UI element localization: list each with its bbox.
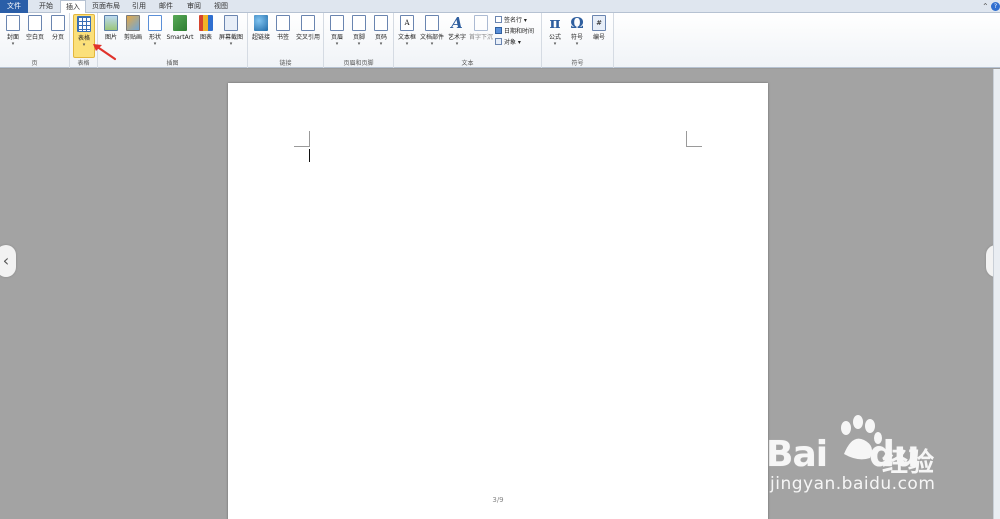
- object-button[interactable]: 对象 ▾: [495, 38, 521, 48]
- tab-insert[interactable]: 插入: [60, 0, 86, 14]
- quick-parts-icon: [425, 15, 439, 31]
- date-time-button[interactable]: 日期和时间: [495, 27, 534, 37]
- tab-home[interactable]: 开始: [33, 0, 59, 13]
- omega-icon: Ω: [570, 14, 584, 32]
- annotation-arrow-icon: [93, 44, 117, 61]
- wordart-button[interactable]: A 艺术字 ▾: [446, 15, 468, 57]
- object-icon: [495, 38, 502, 45]
- group-illustrations: 图片 剪贴画 形状 ▾ SmartArt 图表 屏幕截图 ▾ 插图: [98, 13, 248, 68]
- signature-icon: [495, 16, 502, 23]
- group-label-links: 链接: [279, 60, 292, 67]
- footer-button[interactable]: 页脚 ▾: [349, 15, 369, 57]
- tab-mailings[interactable]: 邮件: [153, 0, 179, 13]
- baidu-url-text: jingyan.baidu.com: [770, 474, 936, 494]
- symbol-button[interactable]: Ω 符号 ▾: [567, 15, 587, 57]
- bookmark-button[interactable]: 书签: [274, 15, 292, 57]
- textbox-button[interactable]: A 文本框 ▾: [396, 15, 418, 57]
- cover-page-button[interactable]: 封面 ▾: [3, 15, 23, 57]
- dropdown-arrow-icon: ▾: [153, 41, 157, 47]
- chart-icon: [199, 15, 213, 31]
- pi-icon: π: [549, 14, 561, 32]
- dropcap-button[interactable]: 首字下沉: [469, 15, 493, 57]
- group-text: A 文本框 ▾ 文档部件 ▾ A 艺术字 ▾ 首字下沉 签名行 ▾ 日期和时间 …: [394, 13, 542, 68]
- dropdown-arrow-icon: ▾: [357, 41, 361, 47]
- tab-file[interactable]: 文件: [0, 0, 28, 13]
- dropdown-arrow-icon: ▾: [455, 41, 459, 47]
- baidu-paw-icon: [841, 415, 882, 460]
- smartart-icon: [173, 15, 187, 31]
- group-links: 超链接 书签 交叉引用 链接: [248, 13, 324, 68]
- group-label-symbols: 符号: [571, 60, 584, 67]
- help-icon[interactable]: ?: [991, 2, 1000, 11]
- dropdown-arrow-icon: ▾: [335, 41, 339, 47]
- group-label-pages: 页: [31, 60, 38, 67]
- calendar-icon: [495, 27, 502, 34]
- dropdown-arrow-icon: ▾: [379, 41, 383, 47]
- screenshot-icon: [224, 15, 238, 31]
- table-icon: [77, 16, 91, 32]
- signature-line-button[interactable]: 签名行 ▾: [495, 16, 527, 26]
- page-indicator: 3/9: [492, 496, 504, 504]
- globe-icon: [254, 15, 268, 31]
- wordart-icon: A: [451, 14, 463, 32]
- margin-corner-top-left: [294, 131, 310, 147]
- margin-corner-top-right: [686, 131, 702, 147]
- cover-page-icon: [6, 15, 20, 31]
- page-number-button[interactable]: 页码 ▾: [371, 15, 391, 57]
- text-cursor: [309, 149, 310, 162]
- dropdown-arrow-icon: ▾: [575, 41, 579, 47]
- minimize-ribbon-icon[interactable]: ⌃: [982, 2, 989, 11]
- tab-references[interactable]: 引用: [126, 0, 152, 13]
- group-label-text: 文本: [461, 60, 474, 67]
- clipart-button[interactable]: 剪贴画: [122, 15, 144, 57]
- number-icon: #: [592, 15, 606, 31]
- shapes-icon: [148, 15, 162, 31]
- vertical-scrollbar[interactable]: [993, 69, 1000, 519]
- baidu-watermark: Bai du 经验 jingyan.baidu.com: [766, 414, 966, 504]
- tab-page-layout[interactable]: 页面布局: [89, 0, 123, 13]
- dropdown-arrow-icon: ▾: [229, 41, 233, 47]
- textbox-icon: A: [400, 15, 414, 31]
- number-button[interactable]: # 编号: [589, 15, 609, 57]
- bookmark-icon: [276, 15, 290, 31]
- page-break-button[interactable]: 分页: [48, 15, 68, 57]
- screenshot-button[interactable]: 屏幕截图 ▾: [217, 15, 245, 57]
- header-button[interactable]: 页眉 ▾: [327, 15, 347, 57]
- dropdown-arrow-icon: ▾: [11, 41, 15, 47]
- footer-icon: [352, 15, 366, 31]
- ribbon-insert: 封面 ▾ 空白页 分页 页 表格 ▾ 表格 图片 剪贴画 形状 ▾ SmartA…: [0, 13, 1000, 68]
- tab-view[interactable]: 视图: [208, 0, 234, 13]
- group-symbols: π 公式 ▾ Ω 符号 ▾ # 编号 符号: [542, 13, 614, 68]
- group-pages: 封面 ▾ 空白页 分页 页: [0, 13, 70, 68]
- shapes-button[interactable]: 形状 ▾: [146, 15, 164, 57]
- tab-review[interactable]: 审阅: [181, 0, 207, 13]
- group-label-header-footer: 页眉和页脚: [343, 60, 374, 67]
- blank-page-icon: [28, 15, 42, 31]
- quick-parts-button[interactable]: 文档部件 ▾: [419, 15, 445, 57]
- clipart-icon: [126, 15, 140, 31]
- ribbon-tab-bar: 文件 开始 插入 页面布局 引用 邮件 审阅 视图 ⌃ ?: [0, 0, 1000, 14]
- equation-button[interactable]: π 公式 ▾: [545, 15, 565, 57]
- smartart-button[interactable]: SmartArt: [165, 15, 195, 57]
- blank-page-button[interactable]: 空白页: [24, 15, 46, 57]
- previous-arrow-icon[interactable]: ‹: [0, 245, 16, 277]
- page-break-icon: [51, 15, 65, 31]
- dropdown-arrow-icon: ▾: [405, 41, 409, 47]
- dropdown-arrow-icon: ▾: [430, 41, 434, 47]
- dropdown-arrow-icon: ▾: [553, 41, 557, 47]
- cross-reference-button[interactable]: 交叉引用: [294, 15, 322, 57]
- page-number-icon: [374, 15, 388, 31]
- cross-reference-icon: [301, 15, 315, 31]
- document-page[interactable]: 3/9: [228, 83, 768, 519]
- chart-button[interactable]: 图表: [197, 15, 215, 57]
- picture-icon: [104, 15, 118, 31]
- header-icon: [330, 15, 344, 31]
- hyperlink-button[interactable]: 超链接: [250, 15, 272, 57]
- dropcap-icon: [474, 15, 488, 31]
- group-header-footer: 页眉 ▾ 页脚 ▾ 页码 ▾ 页眉和页脚: [324, 13, 394, 68]
- group-label-illustrations: 插图: [166, 60, 179, 67]
